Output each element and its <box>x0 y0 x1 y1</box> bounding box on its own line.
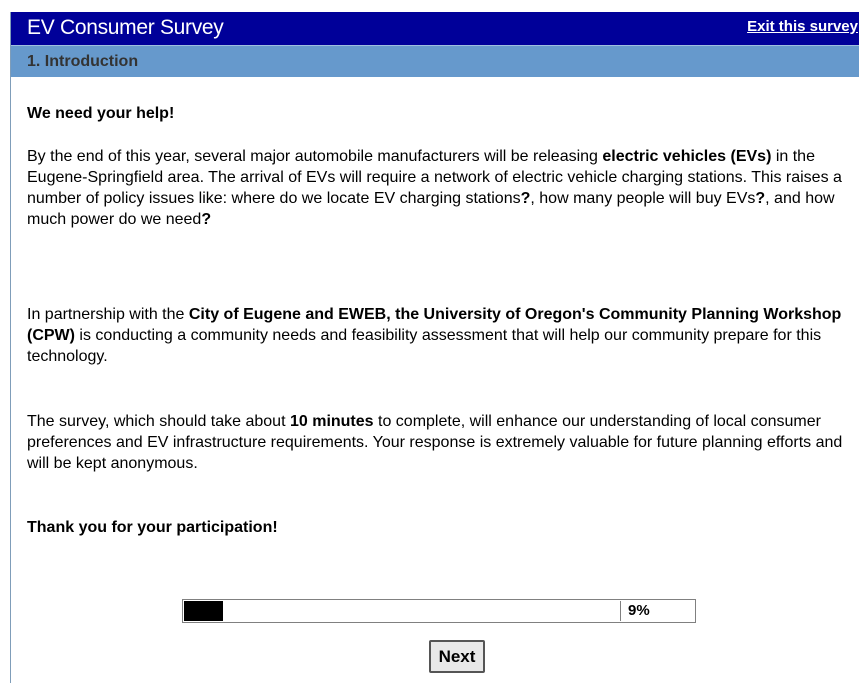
survey-frame: EV Consumer Survey Exit this survey 1. I… <box>10 12 859 683</box>
intro-paragraph-2: In partnership with the City of Eugene a… <box>27 306 842 365</box>
progress-percent-label: 9% <box>628 602 650 619</box>
progress-fill <box>184 601 224 621</box>
exit-survey-link[interactable]: Exit this survey <box>747 18 858 35</box>
survey-title: EV Consumer Survey <box>27 16 224 39</box>
closing-thanks: Thank you for your participation! <box>27 519 278 536</box>
progress-track <box>184 601 621 621</box>
intro-heading: We need your help! <box>27 105 175 122</box>
intro-paragraph-1: By the end of this year, several major a… <box>27 148 842 228</box>
title-bar: EV Consumer Survey Exit this survey <box>11 12 859 45</box>
intro-paragraph-3: The survey, which should take about 10 m… <box>27 413 843 472</box>
next-button[interactable]: Next <box>429 640 485 673</box>
section-header: 1. Introduction <box>11 45 859 77</box>
section-title: 1. Introduction <box>27 53 139 70</box>
progress-bar: 9% <box>182 599 696 623</box>
